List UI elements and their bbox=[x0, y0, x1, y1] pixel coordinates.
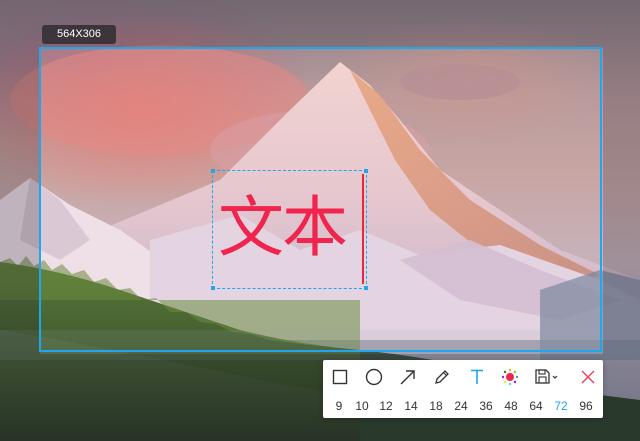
font-size-option-48[interactable]: 48 bbox=[500, 396, 522, 416]
annotation-toolbar: 9 10 12 14 18 24 36 48 64 72 96 bbox=[323, 360, 603, 418]
resize-handle-se[interactable] bbox=[364, 286, 368, 290]
text-caret bbox=[362, 174, 364, 284]
circle-icon bbox=[365, 368, 383, 386]
ellipse-tool-button[interactable] bbox=[363, 366, 385, 388]
arrow-tool-button[interactable] bbox=[397, 366, 419, 388]
color-picker-button[interactable] bbox=[499, 366, 521, 388]
save-button[interactable] bbox=[533, 366, 561, 388]
font-size-option-12[interactable]: 12 bbox=[375, 396, 397, 416]
arrow-icon bbox=[400, 370, 415, 385]
close-icon bbox=[581, 370, 595, 384]
selection-size-badge: 564X306 bbox=[42, 25, 116, 44]
font-size-option-9[interactable]: 9 bbox=[328, 396, 350, 416]
font-size-row: 9 10 12 14 18 24 36 48 64 72 96 bbox=[323, 396, 603, 416]
font-size-option-24[interactable]: 24 bbox=[450, 396, 472, 416]
resize-handle-ne[interactable] bbox=[364, 169, 368, 173]
square-icon bbox=[332, 369, 348, 385]
chevron-down-icon bbox=[552, 375, 558, 379]
save-icon bbox=[535, 369, 558, 384]
font-size-option-14[interactable]: 14 bbox=[400, 396, 422, 416]
tool-row bbox=[323, 360, 603, 392]
rectangle-tool-button[interactable] bbox=[329, 366, 351, 388]
font-size-option-72[interactable]: 72 bbox=[550, 396, 572, 416]
close-button[interactable] bbox=[577, 366, 599, 388]
resize-handle-sw[interactable] bbox=[211, 286, 215, 290]
color-picker-icon bbox=[501, 368, 519, 386]
text-icon bbox=[471, 369, 483, 384]
font-size-option-18[interactable]: 18 bbox=[425, 396, 447, 416]
font-size-option-96[interactable]: 96 bbox=[575, 396, 597, 416]
text-tool-button[interactable] bbox=[466, 366, 488, 388]
resize-handle-nw[interactable] bbox=[211, 169, 215, 173]
pencil-icon bbox=[435, 370, 449, 384]
font-size-option-10[interactable]: 10 bbox=[351, 396, 373, 416]
annotation-text[interactable]: 文本 bbox=[218, 188, 348, 268]
font-size-option-36[interactable]: 36 bbox=[475, 396, 497, 416]
font-size-option-64[interactable]: 64 bbox=[525, 396, 547, 416]
pen-tool-button[interactable] bbox=[431, 366, 453, 388]
